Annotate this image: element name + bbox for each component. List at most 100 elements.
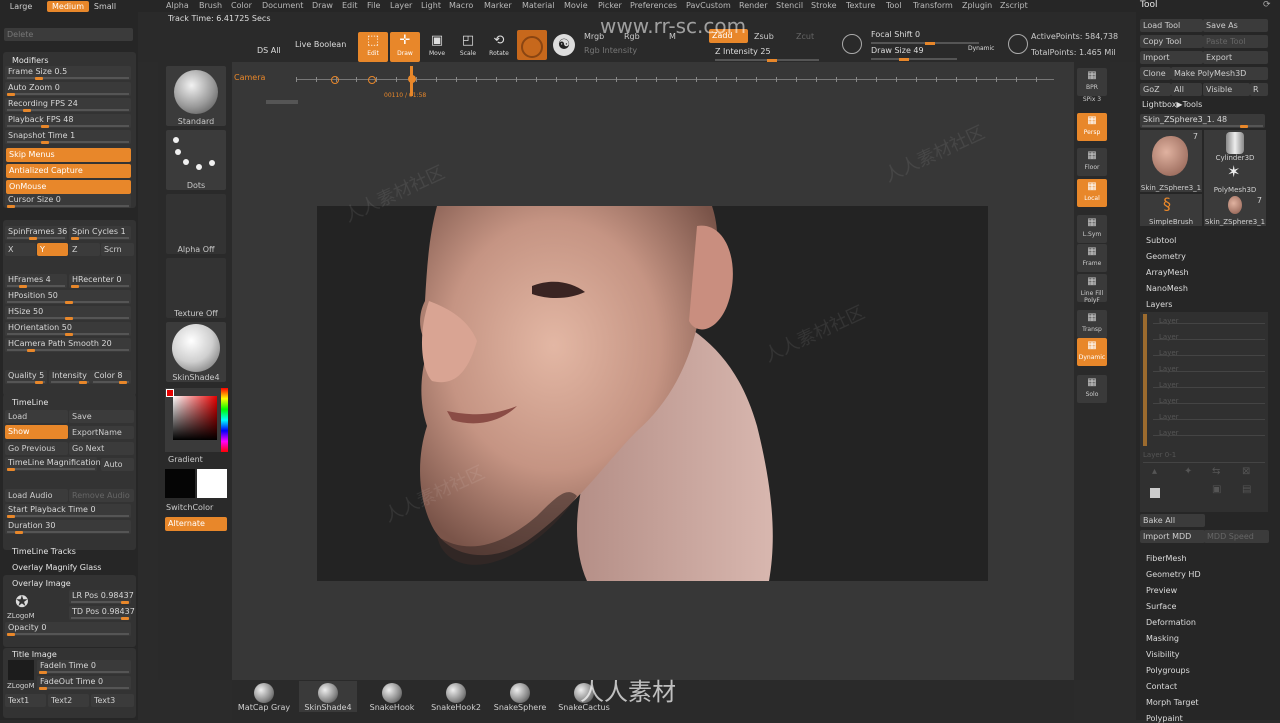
layer-slot[interactable]: Layer xyxy=(1145,378,1267,392)
rightshelf-solo[interactable]: ▦ Solo xyxy=(1077,375,1107,403)
menu-draw[interactable]: Draw xyxy=(312,0,333,12)
menu-stroke[interactable]: Stroke xyxy=(811,0,837,12)
horientation-slider[interactable]: HOrientation 50 xyxy=(5,322,131,336)
timeline-keyframe[interactable] xyxy=(368,76,376,84)
timeline-auto-button[interactable]: Auto xyxy=(101,458,134,471)
gradient-label[interactable]: Gradient xyxy=(168,455,203,464)
menu-picker[interactable]: Picker xyxy=(598,0,622,12)
rotate-mode-button[interactable]: ⟲ Rotate xyxy=(484,32,514,62)
menu-color[interactable]: Color xyxy=(231,0,252,12)
axis-y-button[interactable]: Y xyxy=(37,243,68,256)
timeline-scroll[interactable] xyxy=(266,100,298,104)
tool-menu-visibility[interactable]: Visibility xyxy=(1146,650,1180,659)
zsub-button[interactable]: Zsub xyxy=(754,32,774,41)
brush-matcap-gray[interactable]: MatCap Gray xyxy=(235,681,293,712)
antialized-capture-toggle[interactable]: Antialized Capture xyxy=(6,164,131,178)
layer-slot[interactable]: Layer xyxy=(1145,314,1267,328)
z-intensity-slider[interactable]: Z Intensity 25 xyxy=(715,47,819,62)
layer-slot[interactable]: Layer xyxy=(1145,426,1267,440)
m-button[interactable]: M xyxy=(669,32,676,41)
hrecenter-slider[interactable]: HRecenter 0 xyxy=(69,274,131,288)
goz-visible-button[interactable]: Visible xyxy=(1203,83,1250,96)
tool-menu-subtool[interactable]: Subtool xyxy=(1146,236,1176,245)
brush-snakesphere[interactable]: SnakeSphere xyxy=(491,681,549,712)
menu-preferences[interactable]: Preferences xyxy=(630,0,677,12)
rightshelf-floor[interactable]: ▦ Floor xyxy=(1077,148,1107,176)
draw-size-slider[interactable]: Draw Size 49 xyxy=(871,46,957,61)
camera-track-label[interactable]: Camera xyxy=(234,73,265,82)
menu-zscript[interactable]: Zscript xyxy=(1000,0,1028,12)
size-tab-large[interactable]: Large xyxy=(4,1,38,12)
go-next-button[interactable]: Go Next xyxy=(69,442,134,455)
timeline-keyframe[interactable] xyxy=(331,76,339,84)
layer-record-icon[interactable] xyxy=(1150,488,1160,498)
move-mode-button[interactable]: ▣ Move xyxy=(422,32,452,62)
layer-count-slider[interactable]: Layer 0-1 xyxy=(1143,451,1265,463)
menu-document[interactable]: Document xyxy=(262,0,303,12)
auto-zoom-slider[interactable]: Auto Zoom 0 xyxy=(5,82,131,96)
menu-zplugin[interactable]: Zplugin xyxy=(962,0,992,12)
rightshelf-frame[interactable]: ▦ Frame xyxy=(1077,244,1107,272)
menu-layer[interactable]: Layer xyxy=(390,0,412,12)
color-slider[interactable]: Color 8 xyxy=(91,370,131,384)
menu-movie[interactable]: Movie xyxy=(564,0,588,12)
menu-brush[interactable]: Brush xyxy=(199,0,222,12)
timeline-show-toggle[interactable]: Show xyxy=(5,425,68,439)
menu-marker[interactable]: Marker xyxy=(484,0,512,12)
tool-menu-fibermesh[interactable]: FiberMesh xyxy=(1146,554,1187,563)
menu-alpha[interactable]: Alpha xyxy=(166,0,189,12)
goz-all-button[interactable]: All xyxy=(1171,83,1202,96)
import-mdd-button[interactable]: Import MDD xyxy=(1140,530,1205,543)
menu-light[interactable]: Light xyxy=(421,0,441,12)
rightshelf-bpr[interactable]: ▦ BPR xyxy=(1077,68,1107,96)
td-pos-slider[interactable]: TD Pos 0.98437 xyxy=(69,606,135,620)
start-playback-slider[interactable]: Start Playback Time 0 xyxy=(5,504,131,518)
tool-thumb-simplebrush[interactable]: § SimpleBrush xyxy=(1140,194,1202,226)
menu-pavcustom[interactable]: PavCustom xyxy=(686,0,731,12)
tool-menu-morph-target[interactable]: Morph Target xyxy=(1146,698,1199,707)
cursor-size-slider[interactable]: Cursor Size 0 xyxy=(5,194,131,208)
goz-r-button[interactable]: R xyxy=(1250,83,1268,96)
menu-texture[interactable]: Texture xyxy=(846,0,875,12)
title-image-thumbnail[interactable] xyxy=(8,660,34,680)
mdd-speed-slider[interactable]: MDD Speed xyxy=(1204,530,1269,543)
dynamic-toggle[interactable]: Dynamic xyxy=(968,45,994,52)
spin-frames-slider[interactable]: SpinFrames 36 xyxy=(5,226,67,240)
menu-file[interactable]: File xyxy=(367,0,380,12)
lightbox-tools-button[interactable]: Lightbox▶Tools xyxy=(1142,100,1202,109)
brush-snakehook2[interactable]: SnakeHook2 xyxy=(427,681,485,712)
rightshelf-transp[interactable]: ▦ Transp xyxy=(1077,310,1107,338)
menu-stencil[interactable]: Stencil xyxy=(776,0,803,12)
focal-shift-slider[interactable]: Focal Shift 0 xyxy=(871,30,979,45)
alternate-toggle[interactable]: Alternate xyxy=(165,517,227,531)
spin-cycles-slider[interactable]: Spin Cycles 1 xyxy=(69,226,131,240)
paste-tool-button[interactable]: Paste Tool xyxy=(1203,35,1268,48)
color-picker[interactable] xyxy=(165,388,228,452)
timeline-magnification-slider[interactable]: TimeLine Magnification xyxy=(5,457,101,471)
snapshot-time-slider[interactable]: Snapshot Time 1 xyxy=(5,130,131,144)
layer-slot[interactable]: Layer xyxy=(1145,330,1267,344)
timeline-save-button[interactable]: Save xyxy=(69,410,134,423)
quality-slider[interactable]: Quality 5 xyxy=(5,370,47,384)
tool-thumb-cylinder[interactable]: Cylinder3D xyxy=(1204,130,1266,162)
secondary-color-swatch[interactable] xyxy=(197,469,227,498)
brush-snakehook[interactable]: SnakeHook xyxy=(363,681,421,712)
draw-mode-button[interactable]: ✛ Draw xyxy=(390,32,420,62)
layer-delete-icon[interactable]: ⊠ xyxy=(1242,466,1250,477)
tool-menu-contact[interactable]: Contact xyxy=(1146,682,1177,691)
skip-menus-toggle[interactable]: Skip Menus xyxy=(6,148,131,162)
menu-transform[interactable]: Transform xyxy=(913,0,953,12)
layer-split-icon[interactable]: ▤ xyxy=(1242,484,1251,495)
goz-button[interactable]: GoZ xyxy=(1140,83,1171,96)
hcamera-slider[interactable]: HCamera Path Smooth 20 xyxy=(5,338,131,352)
make-polymesh-button[interactable]: Make PolyMesh3D xyxy=(1171,67,1268,80)
brush-snakecactus[interactable]: SnakeCactus xyxy=(555,681,613,712)
layer-new-icon[interactable]: ✦ xyxy=(1184,466,1192,477)
text2-button[interactable]: Text2 xyxy=(48,694,89,707)
layer-merge-icon[interactable]: ▣ xyxy=(1212,484,1221,495)
duration-slider[interactable]: Duration 30 xyxy=(5,520,131,534)
layer-slot[interactable]: Layer xyxy=(1145,346,1267,360)
mrgb-button[interactable]: Mrgb xyxy=(584,32,604,41)
tool-menu-polypaint[interactable]: Polypaint xyxy=(1146,714,1183,723)
lr-pos-slider[interactable]: LR Pos 0.98437 xyxy=(69,590,134,604)
